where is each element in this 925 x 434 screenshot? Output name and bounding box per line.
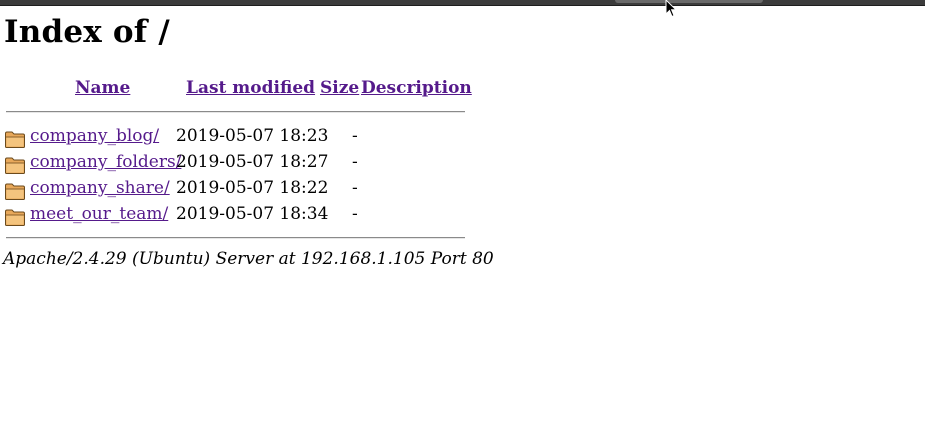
window-top-bar xyxy=(0,0,925,6)
entry-link-company-share[interactable]: company_share/ xyxy=(30,178,170,198)
folder-icon xyxy=(5,131,25,148)
entry-size: - xyxy=(352,126,358,146)
sort-by-size-link[interactable]: Size xyxy=(320,78,359,98)
entry-size: - xyxy=(352,204,358,224)
header-divider xyxy=(6,111,465,113)
entry-link-company-folders[interactable]: company_folders/ xyxy=(30,152,181,172)
folder-icon xyxy=(5,209,25,226)
entry-last-modified: 2019-05-07 18:34 xyxy=(176,204,329,224)
page-title: Index of / xyxy=(4,14,170,50)
footer-divider xyxy=(6,237,465,239)
mouse-cursor-icon xyxy=(665,0,677,18)
server-signature: Apache/2.4.29 (Ubuntu) Server at 192.168… xyxy=(3,249,494,269)
entry-link-meet-our-team[interactable]: meet_our_team/ xyxy=(30,204,168,224)
sort-by-name-link[interactable]: Name xyxy=(75,78,130,98)
list-item: company_blog/ 2019-05-07 18:23 - xyxy=(0,126,470,148)
entry-link-company-blog[interactable]: company_blog/ xyxy=(30,126,159,146)
list-item: company_folders/ 2019-05-07 18:27 - xyxy=(0,152,470,174)
list-item: company_share/ 2019-05-07 18:22 - xyxy=(0,178,470,200)
entry-last-modified: 2019-05-07 18:22 xyxy=(176,178,329,198)
list-item: meet_our_team/ 2019-05-07 18:34 - xyxy=(0,204,470,226)
entry-size: - xyxy=(352,178,358,198)
entry-last-modified: 2019-05-07 18:27 xyxy=(176,152,329,172)
sort-by-description-link[interactable]: Description xyxy=(361,78,472,98)
sort-by-last-modified-link[interactable]: Last modified xyxy=(186,78,315,98)
tab-strip-hint xyxy=(615,0,763,3)
folder-icon xyxy=(5,157,25,174)
entry-size: - xyxy=(352,152,358,172)
entry-last-modified: 2019-05-07 18:23 xyxy=(176,126,329,146)
folder-icon xyxy=(5,183,25,200)
